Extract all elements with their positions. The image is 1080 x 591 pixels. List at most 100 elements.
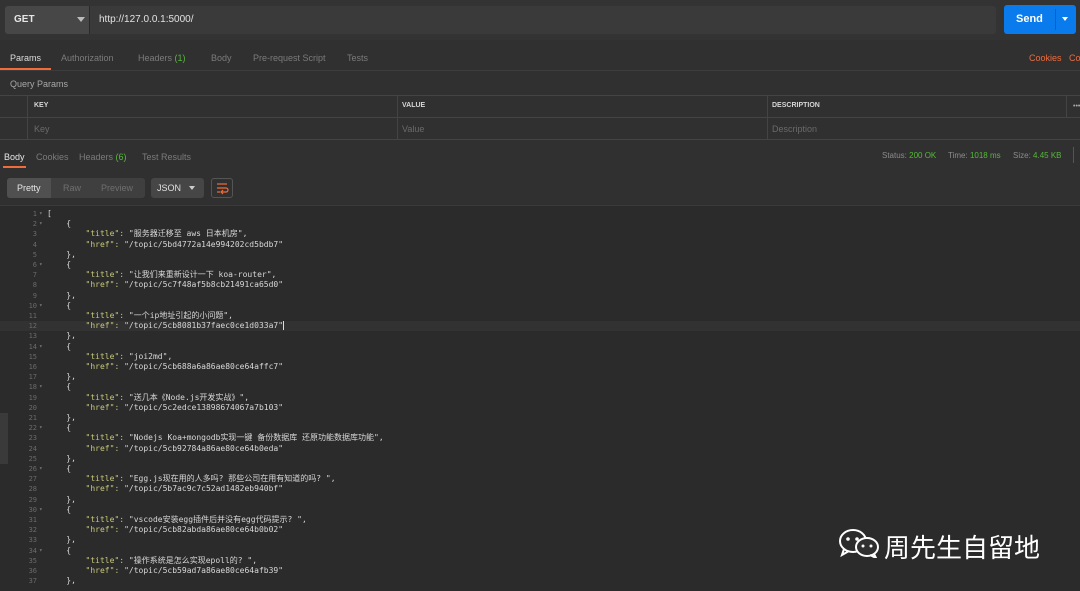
json-colon: ": [114, 229, 129, 239]
json-key: title [90, 229, 115, 239]
response-tab-body[interactable]: Body [4, 152, 25, 162]
code-text: "title": "送几本《Node.js开发实战》", [47, 392, 250, 403]
fold-toggle-icon[interactable]: ▾ [39, 382, 43, 392]
code-text: "href": "/topic/5cb82abda86ae80ce64b0b02… [47, 525, 284, 535]
json-key: title [90, 433, 115, 443]
response-tab-test-results[interactable]: Test Results [142, 152, 191, 162]
more-options-icon[interactable]: ••• [1073, 103, 1080, 110]
fold-toggle-icon[interactable]: ▾ [39, 546, 43, 556]
tab-body[interactable]: Body [211, 53, 232, 63]
description-input[interactable]: Description [768, 124, 1068, 138]
json-key: title [90, 311, 115, 320]
fold-toggle-icon[interactable]: ▾ [39, 301, 43, 311]
response-tab-headers[interactable]: Headers (6) [79, 152, 127, 162]
code-text: }, [47, 453, 76, 463]
code-text: { [47, 423, 72, 433]
json-key: href [90, 239, 110, 249]
send-options-icon[interactable] [1062, 17, 1068, 21]
tab-authorization[interactable]: Authorization [61, 53, 114, 63]
fold-toggle-icon[interactable]: ▾ [39, 260, 43, 270]
line-number: 26 [28, 465, 37, 473]
params-table: KEY VALUE DESCRIPTION Key Value Descript… [0, 95, 1080, 140]
fold-toggle-icon[interactable]: ▾ [39, 209, 43, 219]
format-select[interactable]: JSON [151, 178, 204, 198]
raw-button[interactable]: Raw [63, 183, 81, 193]
fold-toggle-icon[interactable]: ▾ [39, 423, 43, 433]
cookies-link[interactable]: Cookies [1029, 53, 1062, 63]
preview-button[interactable]: Preview [101, 183, 133, 193]
time-readout: Time: 1018 ms [948, 151, 1001, 160]
watermark: 周先生自留地 [838, 526, 1058, 564]
response-tab-cookies[interactable]: Cookies [36, 152, 69, 162]
send-label: Send [1016, 13, 1043, 25]
column-divider [1066, 96, 1067, 117]
line-number: 5 [32, 250, 37, 259]
fold-toggle-icon[interactable]: ▾ [39, 219, 43, 229]
size-label: Size: [1013, 151, 1031, 160]
json-colon: ": [109, 239, 125, 249]
json-value: "joi2md", [128, 351, 173, 361]
row-checkbox-column [0, 96, 28, 140]
line-number: 14 [28, 342, 37, 351]
fold-toggle-icon[interactable]: ▾ [39, 505, 43, 515]
tab-tests[interactable]: Tests [347, 53, 368, 63]
value-input[interactable]: Value [398, 124, 766, 138]
code-line: 16 "href": "/topic/5cb688a6a86ae80ce64af… [0, 362, 1080, 372]
fold-toggle-icon[interactable]: ▾ [39, 342, 43, 352]
wrap-lines-button[interactable] [211, 178, 233, 198]
json-key: title [90, 270, 115, 280]
response-tab-headers-count: (6) [115, 152, 127, 162]
line-number: 6 [32, 261, 37, 269]
description-column-header: DESCRIPTION [772, 102, 820, 109]
json-colon: ": [109, 362, 125, 371]
code-text: { [47, 545, 72, 555]
url-input[interactable]: http://127.0.0.1:5000/ [89, 6, 996, 34]
format-label: JSON [157, 183, 182, 193]
json-value: "服务器迁移至 aws 日本机房", [128, 229, 248, 239]
line-number: 31 [28, 516, 37, 524]
code-line: 21 }, [0, 413, 1080, 423]
line-number: 35 [28, 556, 37, 565]
tab-params[interactable]: Params [10, 53, 41, 63]
method-select[interactable]: GET [5, 6, 89, 34]
code-text: "title": "服务器迁移至 aws 日本机房", [47, 229, 248, 239]
code-line: 7 "title": "让我们来重新设计一下 koa-router", [0, 270, 1080, 280]
code-text: }, [47, 535, 76, 545]
line-number: 8 [32, 281, 37, 290]
json-colon: ": [109, 443, 125, 453]
code-text: "title": "让我们来重新设计一下 koa-router", [47, 270, 277, 280]
line-number: 36 [28, 567, 37, 575]
code-line: 19 "title": "送几本《Node.js开发实战》", [0, 393, 1080, 403]
fold-toggle-icon[interactable]: ▾ [39, 464, 43, 474]
json-colon: ": [114, 311, 129, 320]
code-text: "title": "Egg.js现在用的人多吗? 那些公司在用有知道的吗? ", [47, 474, 336, 484]
code-text: "title": "joi2md", [47, 351, 173, 362]
line-number: 13 [28, 332, 37, 341]
code-link[interactable]: Co [1069, 53, 1080, 63]
line-number: 15 [28, 352, 37, 361]
json-value: "送几本《Node.js开发实战》", [128, 392, 250, 402]
tab-headers[interactable]: Headers (1) [138, 53, 186, 63]
code-text: { [47, 219, 72, 229]
code-line: 5 }, [0, 250, 1080, 260]
tab-pre-request-script[interactable]: Pre-request Script [253, 53, 326, 63]
json-key: href [90, 484, 110, 494]
value-column-header: VALUE [402, 102, 426, 109]
json-key: title [90, 392, 115, 402]
send-button[interactable]: Send [1004, 5, 1076, 34]
tab-headers-count: (1) [174, 53, 186, 63]
gutter-marker [0, 453, 8, 464]
status-readout: Status: 200 OK [882, 151, 936, 160]
status-value: 200 OK [909, 151, 937, 160]
code-line: 11 "title": "一个ip地址引起的小问题", [0, 311, 1080, 321]
key-input[interactable]: Key [28, 124, 396, 138]
json-colon: ": [114, 351, 129, 361]
line-number: 7 [32, 271, 37, 280]
